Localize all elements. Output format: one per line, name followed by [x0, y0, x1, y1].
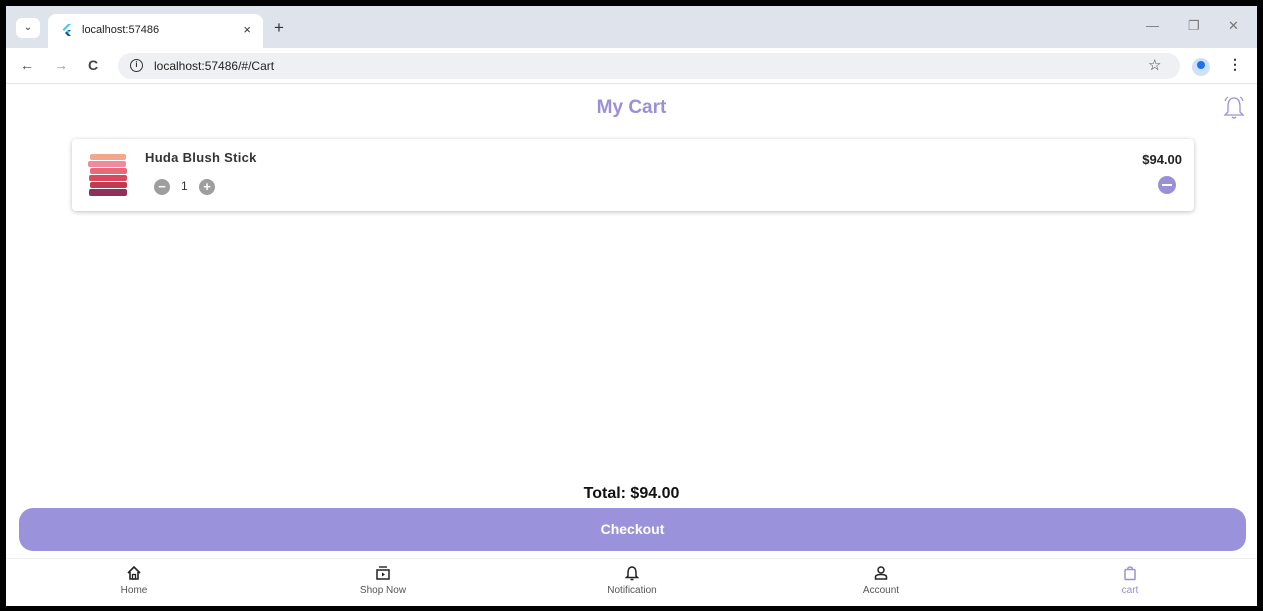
nav-item-notification[interactable]: Notification [582, 565, 682, 596]
bookmark-star-icon[interactable]: ☆ [1148, 56, 1161, 74]
address-bar[interactable]: i localhost:57486/#/Cart [118, 53, 1180, 79]
nav-label-home: Home [120, 585, 148, 596]
tab-close-button[interactable]: × [243, 22, 251, 37]
decrease-quantity-button[interactable]: − [154, 179, 170, 195]
cart-item: Huda Blush Stick − 1 + $94.00 [72, 139, 1194, 211]
nav-label-account: Account [862, 585, 900, 596]
nav-label-notification: Notification [607, 585, 657, 596]
notification-bell-icon[interactable] [1222, 95, 1246, 121]
item-price: $94.00 [1142, 152, 1182, 167]
flutter-icon [62, 24, 71, 36]
tab-strip: ⌄ localhost:57486 × + — ❐ ✕ [6, 6, 1257, 48]
tab-search-button[interactable]: ⌄ [16, 18, 40, 38]
product-image [88, 154, 127, 196]
tab-title: localhost:57486 [82, 24, 160, 36]
checkout-button[interactable]: Checkout [19, 508, 1246, 551]
cart-total: Total: $94.00 [583, 485, 680, 502]
shop-icon [376, 566, 390, 580]
url-text[interactable]: localhost:57486/#/Cart [154, 59, 274, 73]
home-icon [127, 565, 141, 580]
page-title: My Cart [596, 97, 667, 118]
nav-label-shop-now: Shop Now [359, 585, 407, 596]
profile-avatar-icon[interactable] [1192, 58, 1210, 76]
bottom-navigation: Home Shop Now Notification Account cart [6, 558, 1257, 606]
person-icon [874, 566, 888, 580]
product-name: Huda Blush Stick [145, 150, 257, 165]
browser-menu-button[interactable]: ⋮ [1228, 56, 1242, 73]
new-tab-button[interactable]: + [274, 18, 284, 38]
nav-item-shop-now[interactable]: Shop Now [333, 565, 433, 596]
site-info-icon[interactable]: i [130, 59, 143, 72]
browser-window: ⌄ localhost:57486 × + — ❐ ✕ ← → C i loca… [6, 6, 1257, 606]
nav-item-home[interactable]: Home [84, 565, 184, 596]
browser-tab[interactable]: localhost:57486 × [48, 14, 263, 48]
minimize-button[interactable]: — [1146, 18, 1159, 33]
remove-item-button[interactable] [1158, 176, 1176, 194]
increase-quantity-button[interactable]: + [199, 179, 215, 195]
reload-button[interactable]: C [88, 57, 98, 73]
nav-item-cart[interactable]: cart [1080, 565, 1180, 596]
back-button[interactable]: ← [20, 57, 34, 73]
quantity-value: 1 [181, 179, 188, 193]
app-content: My Cart Huda Blush Stick − 1 + $94.00 To… [6, 85, 1257, 606]
nav-label-cart: cart [1121, 585, 1139, 596]
nav-item-account[interactable]: Account [831, 565, 931, 596]
bag-icon [1124, 566, 1136, 581]
bell-icon [624, 566, 640, 581]
browser-toolbar: ← → C i localhost:57486/#/Cart ☆ ⋮ [6, 48, 1257, 84]
forward-button[interactable]: → [54, 57, 68, 73]
restore-button[interactable]: ❐ [1188, 18, 1200, 34]
close-window-button[interactable]: ✕ [1228, 18, 1239, 34]
